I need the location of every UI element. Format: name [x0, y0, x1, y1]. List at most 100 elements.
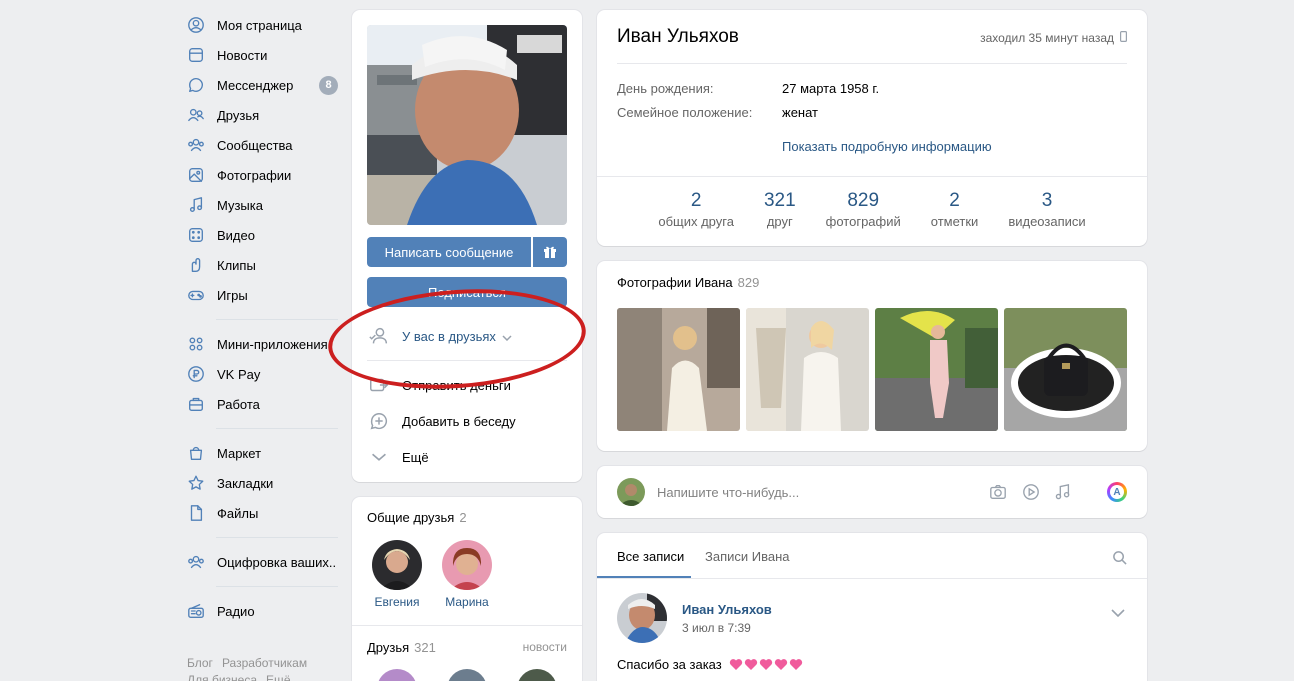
- footer-link-developers[interactable]: Разработчикам: [222, 656, 307, 670]
- vk-pay-icon: [186, 364, 206, 384]
- sidebar-item-photo[interactable]: Фотографии: [186, 160, 338, 190]
- sidebar-item-label: Музыка: [217, 197, 263, 213]
- show-more-info-link[interactable]: Показать подробную информацию: [782, 139, 992, 154]
- sidebar-item-label: Фотографии: [217, 167, 292, 183]
- sidebar-item-label: Файлы: [217, 505, 259, 521]
- avatar[interactable]: [447, 669, 487, 681]
- friends-icon: [186, 105, 206, 125]
- footer-link-blog[interactable]: Блог: [187, 656, 213, 670]
- sidebar-item-chat-bubble[interactable]: Мессенджер 8: [186, 70, 338, 100]
- common-friends-header[interactable]: Общие друзья 2: [367, 510, 467, 525]
- counter-common-friends[interactable]: 2 общих друга: [643, 190, 749, 229]
- post-date[interactable]: 3 июл в 7:39: [682, 621, 751, 635]
- briefcase-icon: [186, 394, 206, 414]
- sidebar-item-label: Закладки: [217, 475, 274, 491]
- sidebar-item-file[interactable]: Файлы: [186, 498, 338, 528]
- friends-header[interactable]: Друзья 321: [367, 640, 436, 655]
- chat-add-icon: [367, 410, 391, 432]
- online-status-text: заходил 35 минут назад: [980, 31, 1114, 45]
- new-post-input[interactable]: Напишите что-нибудь...: [657, 485, 799, 500]
- sidebar-item-briefcase[interactable]: Работа: [186, 389, 338, 419]
- friend-item[interactable]: Евгения: [362, 540, 432, 609]
- music-note-icon: [186, 195, 206, 215]
- footer-link-more[interactable]: Ещё: [266, 673, 291, 681]
- mini-apps-icon: [186, 334, 206, 354]
- music-note-icon[interactable]: [1054, 483, 1072, 504]
- chevron-down-icon[interactable]: [1111, 605, 1125, 620]
- nav-divider: [216, 586, 338, 587]
- ai-assistant-icon[interactable]: A: [1107, 482, 1127, 502]
- friends-count: 321: [414, 640, 436, 655]
- add-to-chat-label: Добавить в беседу: [402, 413, 516, 429]
- post-author[interactable]: Иван Ульяхов: [682, 602, 772, 617]
- info-divider: [617, 63, 1127, 64]
- send-gift-button[interactable]: [533, 237, 567, 267]
- tab-all-posts[interactable]: Все записи: [617, 549, 684, 564]
- sidebar-item-group[interactable]: Оцифровка ваших..: [186, 547, 338, 577]
- sidebar-item-label: Маркет: [217, 445, 262, 461]
- sidebar-item-mini-apps[interactable]: Мини-приложения: [186, 329, 338, 359]
- sidebar-item-communities[interactable]: Сообщества: [186, 130, 338, 160]
- photo-thumbnail[interactable]: [1004, 308, 1127, 431]
- more-actions-label: Ещё: [402, 449, 429, 465]
- birthday-value[interactable]: 27 марта 1958 г.: [782, 81, 879, 96]
- star-icon: [186, 473, 206, 493]
- sidebar-item-shopping-bag[interactable]: Маркет: [186, 438, 338, 468]
- gamepad-icon: [186, 285, 206, 305]
- counter-videos[interactable]: 3 видеозаписи: [993, 190, 1100, 229]
- common-friends-title: Общие друзья: [367, 510, 455, 525]
- friend-item[interactable]: Марина: [432, 540, 502, 609]
- sidebar-item-label: Работа: [217, 396, 260, 412]
- photo-thumbnail[interactable]: [875, 308, 998, 431]
- counter-tags[interactable]: 2 отметки: [916, 190, 994, 229]
- footer-link-business[interactable]: Для бизнеса: [187, 673, 257, 681]
- avatar: [372, 540, 422, 590]
- common-friends-count: 2: [459, 510, 467, 525]
- photos-header[interactable]: Фотографии Ивана 829: [617, 275, 759, 290]
- counter-label: отметки: [930, 214, 979, 229]
- sidebar-item-user-circle[interactable]: Моя страница: [186, 10, 338, 40]
- sidebar-item-radio[interactable]: Радио: [186, 596, 338, 626]
- photo-thumbnail[interactable]: [617, 308, 740, 431]
- sidebar-item-music-note[interactable]: Музыка: [186, 190, 338, 220]
- post-text-content: Спасибо за заказ: [617, 657, 722, 672]
- sidebar-item-label: VK Pay: [217, 366, 261, 382]
- counter-friends[interactable]: 321 друг: [749, 190, 811, 229]
- avatar[interactable]: [377, 669, 417, 681]
- chat-bubble-icon: [186, 75, 206, 95]
- photo-thumbnail[interactable]: [746, 308, 869, 431]
- counter-label: фотографий: [825, 214, 901, 229]
- sidebar-item-label: Сообщества: [217, 137, 293, 153]
- add-to-chat-action[interactable]: Добавить в беседу: [367, 406, 567, 436]
- sidebar-item-video[interactable]: Видео: [186, 220, 338, 250]
- more-actions[interactable]: Ещё: [367, 442, 567, 472]
- gift-icon: [543, 244, 557, 261]
- sidebar-item-vk-pay[interactable]: VK Pay: [186, 359, 338, 389]
- sidebar-item-label: Моя страница: [217, 17, 302, 33]
- video-icon[interactable]: [1022, 483, 1040, 504]
- tab-owner-posts[interactable]: Записи Ивана: [705, 549, 790, 564]
- sidebar-footer: Блог Разработчикам Для бизнеса Ещё: [187, 655, 316, 681]
- new-post-card: Напишите что-нибудь... A: [597, 466, 1147, 518]
- camera-icon[interactable]: [989, 483, 1007, 504]
- friends-updates-link[interactable]: новости: [523, 640, 567, 654]
- sidebar-item-star[interactable]: Закладки: [186, 468, 338, 498]
- profile-photo[interactable]: [367, 25, 567, 225]
- sidebar-item-clips[interactable]: Клипы: [186, 250, 338, 280]
- write-message-button[interactable]: Написать сообщение: [367, 237, 531, 267]
- counter-value: 2: [949, 190, 960, 211]
- user-circle-icon: [186, 15, 206, 35]
- sidebar-item-friends[interactable]: Друзья: [186, 100, 338, 130]
- search-icon[interactable]: [1112, 550, 1127, 568]
- counter-photos[interactable]: 829 фотографий: [811, 190, 916, 229]
- sidebar-item-news[interactable]: Новости: [186, 40, 338, 70]
- avatar[interactable]: [517, 669, 557, 681]
- sidebar-item-label: Новости: [217, 47, 268, 63]
- unread-badge: 8: [319, 75, 338, 95]
- card-divider: [352, 625, 582, 626]
- wall-card: Все записи Записи Ивана Иван Ульяхов 3 и…: [597, 533, 1147, 681]
- sidebar-item-gamepad[interactable]: Игры: [186, 280, 338, 310]
- photo-icon: [186, 165, 206, 185]
- heart-emoji-icons: [729, 658, 803, 671]
- avatar[interactable]: [617, 593, 667, 643]
